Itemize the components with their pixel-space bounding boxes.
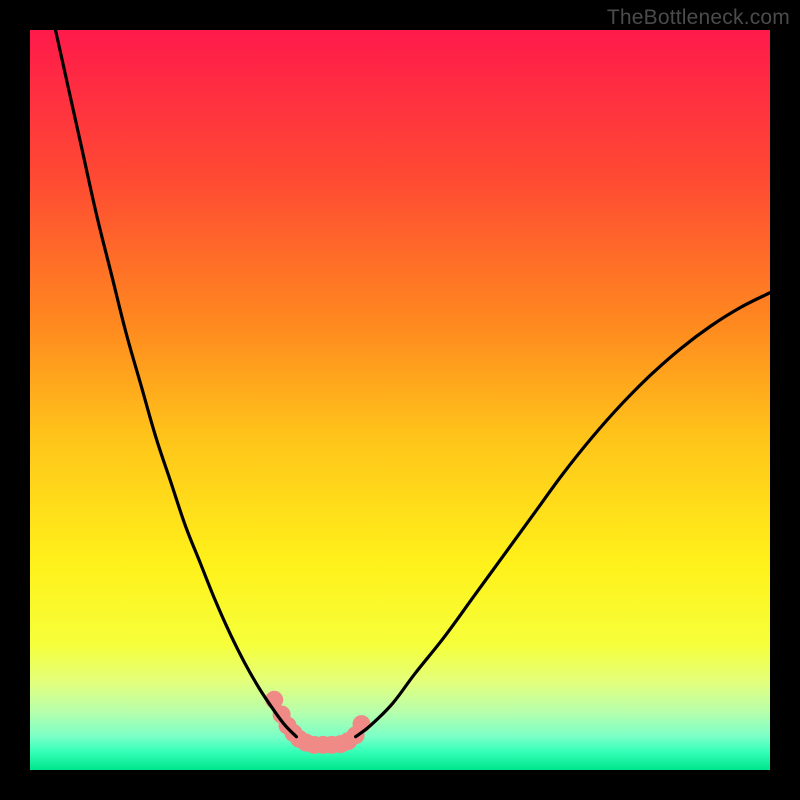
watermark-text: TheBottleneck.com [607,6,790,30]
curves-svg [30,30,770,770]
floor-dot [353,715,371,733]
left-branch-line [52,30,296,737]
chart-frame: TheBottleneck.com [0,0,800,800]
right-branch-line [356,293,770,737]
plot-area [30,30,770,770]
